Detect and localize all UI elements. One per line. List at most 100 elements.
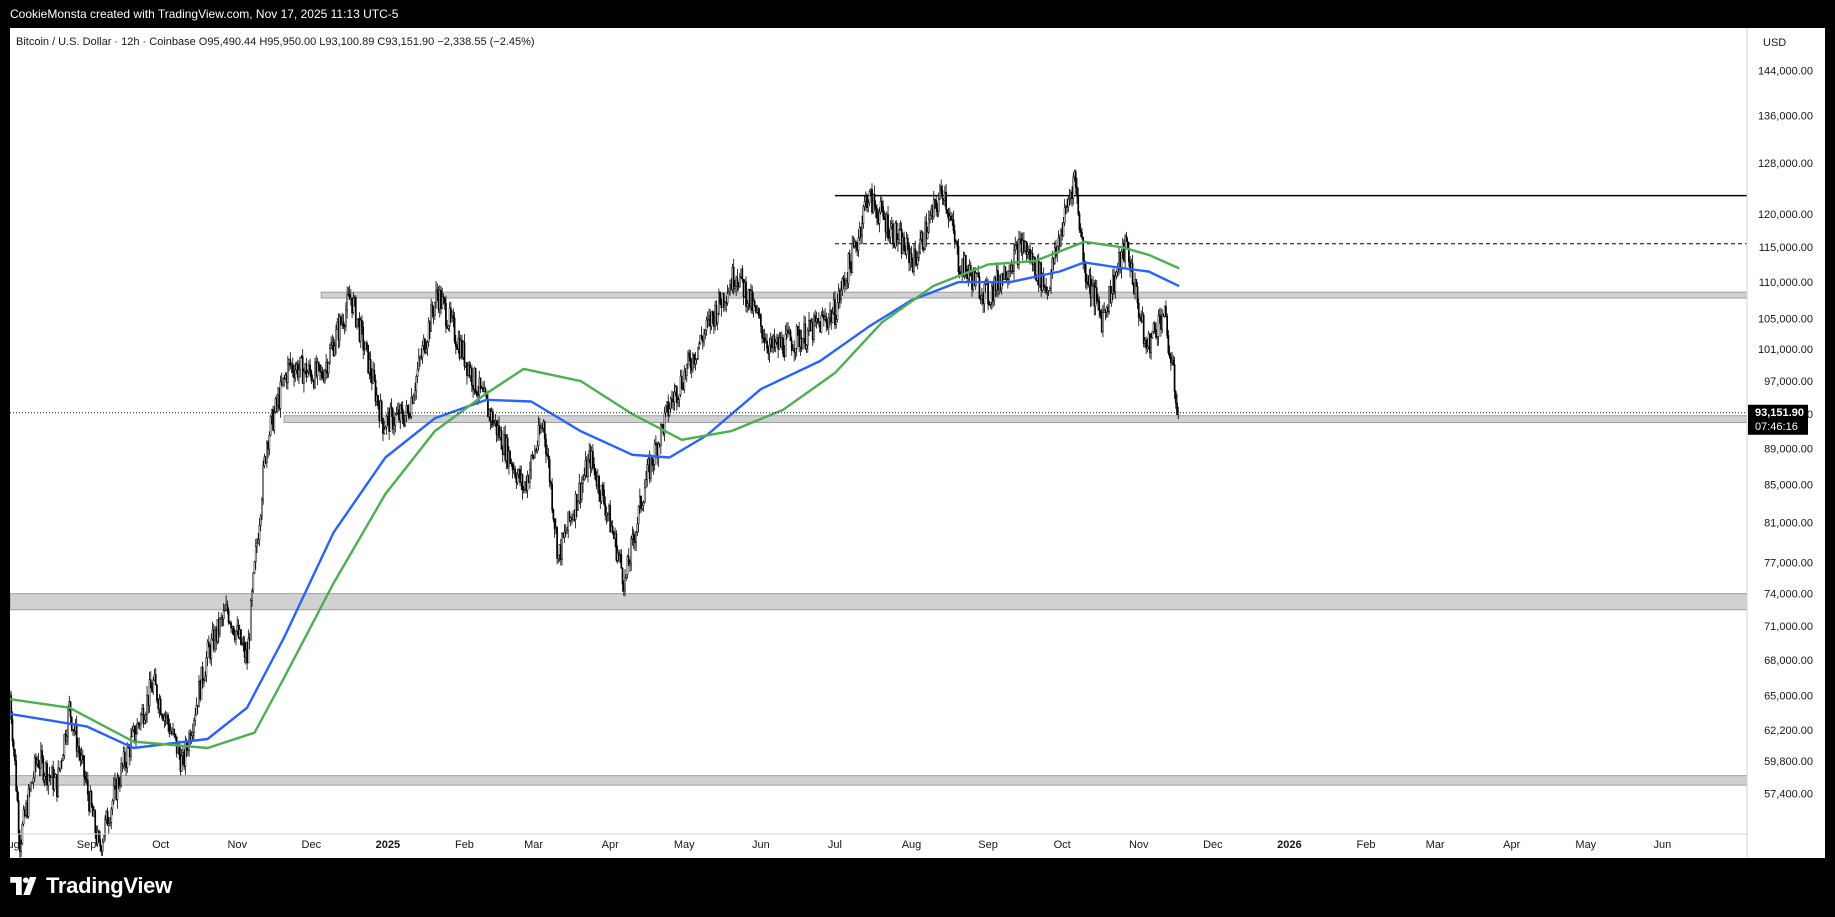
candle-body xyxy=(861,223,863,237)
time-tick-label: Jul xyxy=(828,839,842,851)
candle-body xyxy=(299,357,302,370)
candle-body xyxy=(390,406,393,411)
candle-body xyxy=(226,604,229,611)
candle-body xyxy=(1097,298,1099,302)
candle-body xyxy=(582,479,584,484)
candle-557 xyxy=(697,347,699,361)
candle-body xyxy=(310,371,313,381)
candle-187 xyxy=(240,629,242,646)
price-tick-label: 57,400.00 xyxy=(1764,788,1813,800)
candle-body xyxy=(566,530,568,534)
candle-body xyxy=(868,191,871,204)
candle-body xyxy=(557,554,560,559)
candle-body xyxy=(1004,266,1007,280)
candle-body xyxy=(989,302,992,305)
candle-body xyxy=(1072,176,1075,199)
candle-body xyxy=(548,459,551,483)
candle-body xyxy=(940,186,943,191)
price-tick-label: 81,000.00 xyxy=(1764,518,1813,530)
candle-body xyxy=(689,357,692,368)
price-tick-label: 62,200.00 xyxy=(1764,725,1813,737)
candle-205 xyxy=(262,460,265,505)
candle-body xyxy=(1084,263,1087,283)
candle-body xyxy=(921,232,924,250)
candle-body xyxy=(556,527,558,559)
candle-body xyxy=(219,618,221,635)
candle-body xyxy=(635,531,637,544)
candle-body xyxy=(914,248,917,258)
candle-body xyxy=(500,430,503,450)
candle-body xyxy=(436,289,439,294)
candle-body xyxy=(117,777,120,787)
candle-body xyxy=(768,344,771,354)
candle-body xyxy=(521,474,524,491)
candle-body xyxy=(154,674,157,686)
tradingview-logo[interactable]: TradingView xyxy=(10,873,172,899)
candle-body xyxy=(111,800,114,810)
time-tick-label: 2025 xyxy=(376,839,400,851)
price-tick-label: 65,000.00 xyxy=(1764,691,1813,703)
candle-body xyxy=(140,714,142,726)
candle-body xyxy=(745,281,747,307)
candle-body xyxy=(106,810,109,826)
candle-body xyxy=(59,761,62,770)
chart-area[interactable]: 144,000.00 136,000.00 128,000.00 120,000.00… xyxy=(10,28,1825,858)
candle-937 xyxy=(1166,313,1169,339)
candle-body xyxy=(700,335,703,339)
candle-body xyxy=(173,729,176,735)
candle-body xyxy=(14,749,16,761)
candle-body xyxy=(99,839,102,847)
candle-body xyxy=(1153,323,1156,330)
candle-405 xyxy=(509,450,512,464)
candle-body xyxy=(380,400,383,419)
candle-body xyxy=(825,316,828,324)
candle-body xyxy=(601,484,604,490)
candle-739 xyxy=(921,230,924,252)
candle-body xyxy=(159,698,162,715)
candle-body xyxy=(269,416,272,436)
candle-body xyxy=(530,455,533,471)
candle-body xyxy=(442,296,445,299)
candle-body xyxy=(641,505,644,510)
price-tick-label: 120,000.00 xyxy=(1758,209,1813,221)
candle-76 xyxy=(103,835,105,843)
candle-body xyxy=(356,318,358,327)
candle-10 xyxy=(21,821,24,846)
candle-198 xyxy=(253,560,256,575)
candle-body xyxy=(1174,391,1177,404)
candle-body xyxy=(37,759,40,768)
candle-body xyxy=(1048,287,1051,291)
candle-body xyxy=(842,278,845,281)
candle-body xyxy=(479,377,482,389)
candle-body xyxy=(15,760,18,791)
candle-body xyxy=(425,348,428,354)
candle-body xyxy=(83,755,85,777)
candle-body xyxy=(103,835,105,843)
candle-body xyxy=(688,352,691,359)
candle-body xyxy=(734,286,736,289)
time-tick-label: May xyxy=(674,839,695,851)
candle-body xyxy=(401,408,404,420)
candle-body xyxy=(149,679,152,689)
candle-body xyxy=(406,405,409,412)
candle-body xyxy=(110,808,113,823)
time-tick-label: Feb xyxy=(455,839,474,851)
candle-body xyxy=(697,347,699,359)
time-tick-label: Jun xyxy=(752,839,770,851)
candle-body xyxy=(1014,244,1017,251)
candle-body xyxy=(47,774,50,786)
price-tick-label: 68,000.00 xyxy=(1764,655,1813,667)
candle-body xyxy=(1161,314,1164,330)
candle-body xyxy=(782,337,784,355)
price-tick-label: 89,000.00 xyxy=(1764,444,1813,456)
candle-body xyxy=(294,369,297,379)
candle-body xyxy=(855,241,857,248)
candle-body xyxy=(319,364,321,372)
candle-body xyxy=(16,790,19,801)
candle-body xyxy=(329,348,331,364)
ohlc-header: Bitcoin / U.S. Dollar · 12h · Coinbase O… xyxy=(16,36,535,48)
time-tick-label: Oct xyxy=(1054,839,1071,851)
candle-body xyxy=(784,333,787,358)
candle-body xyxy=(583,475,586,480)
chart-svg[interactable]: 144,000.00 136,000.00 128,000.00 120,000.00… xyxy=(10,28,1825,858)
